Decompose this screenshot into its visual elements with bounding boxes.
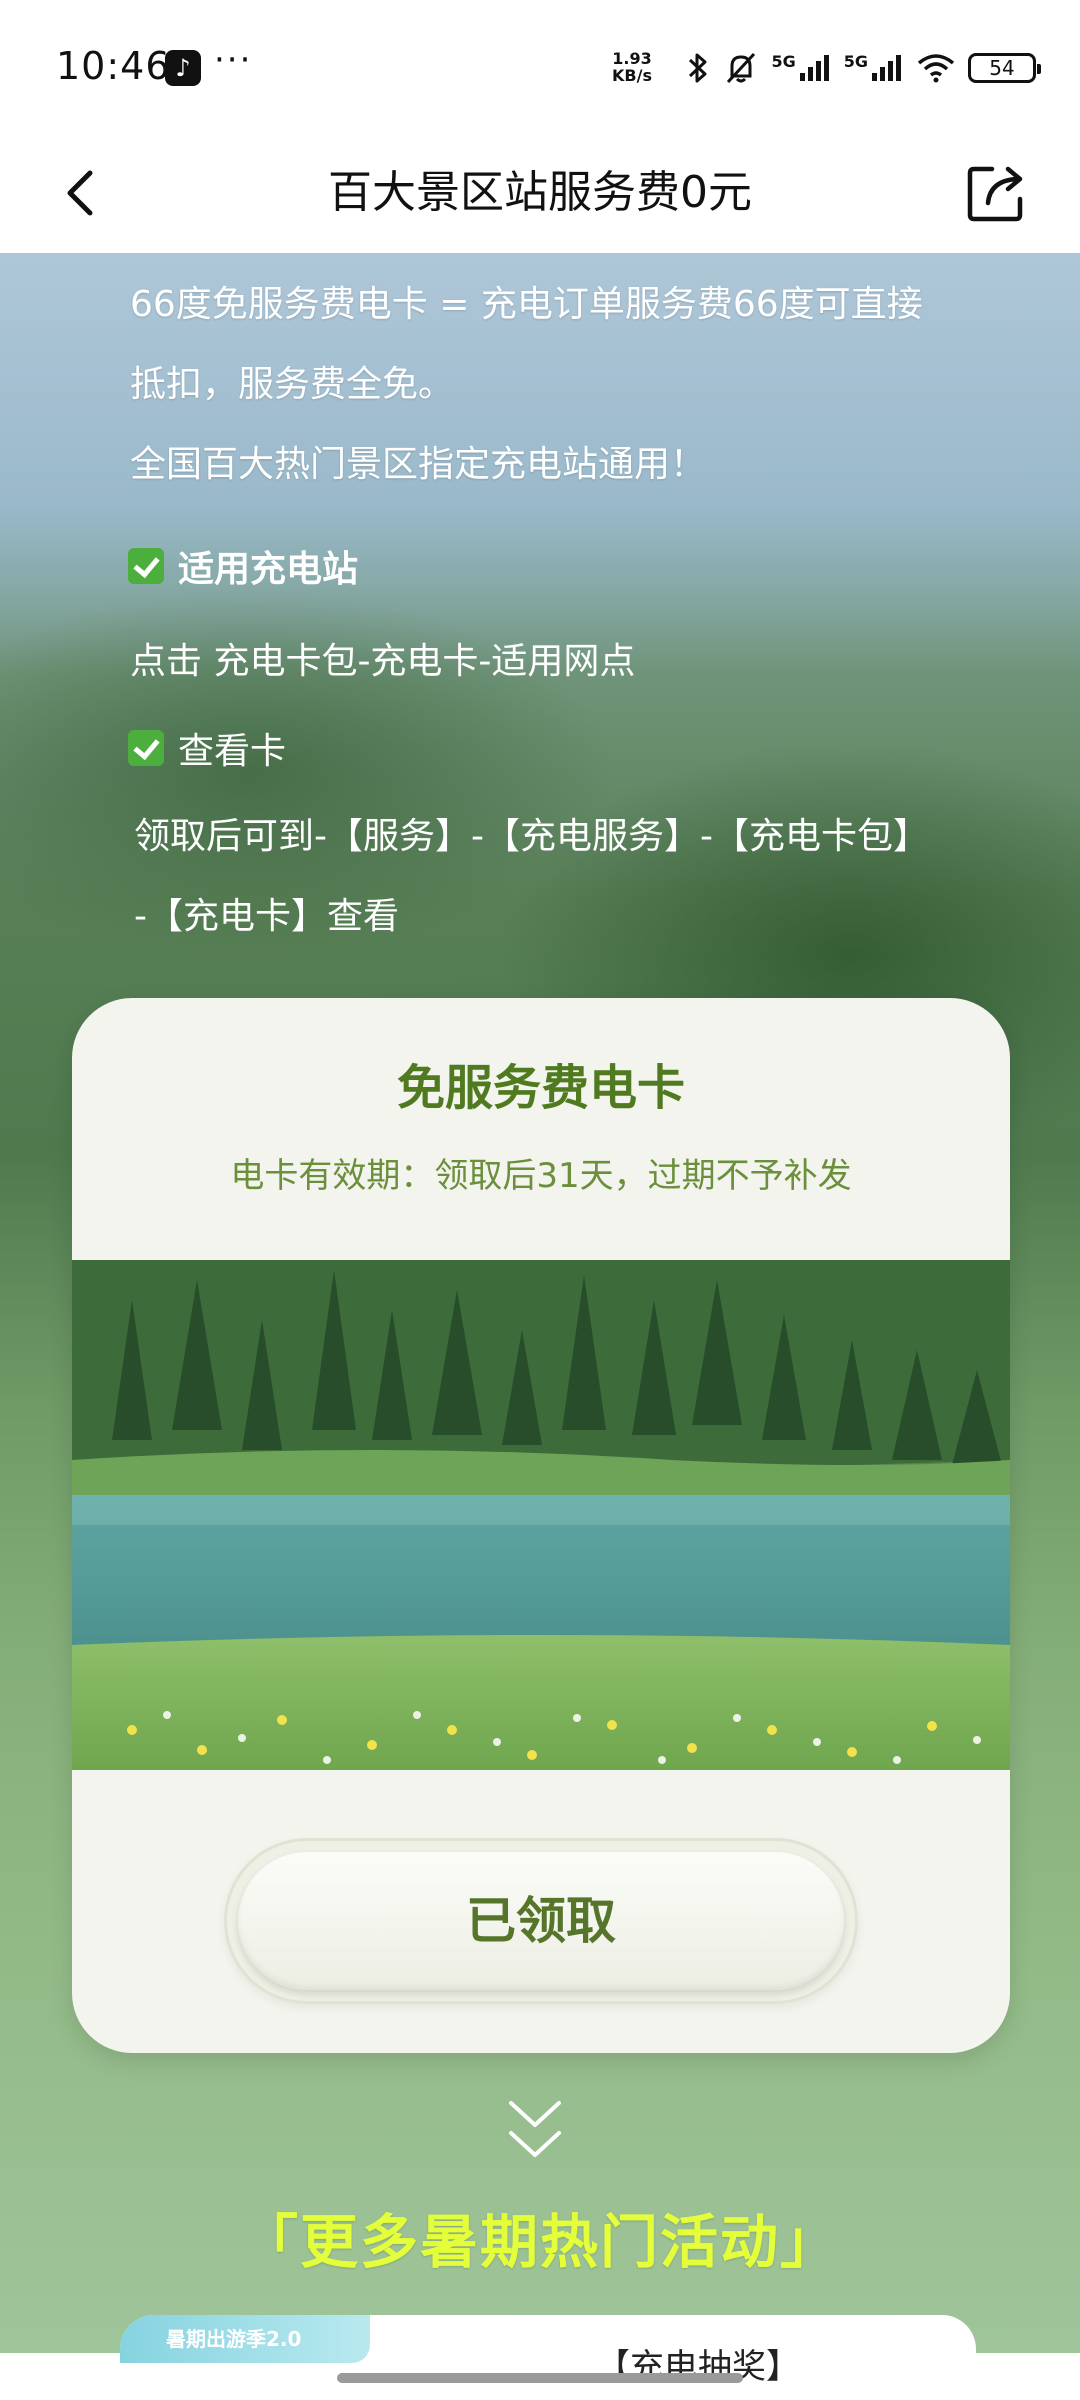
mute-bell-icon [727,52,756,84]
card-title: 免服务费电卡 [396,1060,685,1116]
view-card-heading-label: 查看卡 [178,731,287,772]
more-activities-heading: 「更多暑期热门活动」 [239,2208,840,2276]
signal-2-icon [872,55,901,81]
intro-line-1: 66度免服务费电卡 = 充电订单服务费66度可直接 [130,284,923,325]
status-icons: 5G 5G 54 [685,46,1041,90]
nav-bar: 百大景区站服务费0元 [0,135,1080,253]
network-speed: 1.93 KB/s [604,50,660,84]
check-icon [128,730,164,766]
signal-2-label: 5G [843,51,868,71]
signal-1-label: 5G [771,51,796,71]
wifi-icon [917,54,955,83]
stations-heading: 适用充电站 [128,540,358,592]
stations-detail: 点击 充电卡包-充电卡-适用网点 [130,641,636,682]
stations-heading-label: 适用充电站 [178,549,359,590]
network-speed-value: 1.93 [612,49,652,68]
claim-button-frame: 已领取 [224,1838,858,2004]
network-speed-unit: KB/s [612,66,652,85]
share-icon[interactable] [964,161,1028,225]
view-card-detail-1: 领取后可到-【服务】-【充电服务】-【充电卡包】 [134,816,929,857]
battery-icon: 54 [968,53,1041,83]
tiktok-icon: ♪ [165,50,201,86]
intro-line-3: 全国百大热门景区指定充电站通用！ [130,444,707,485]
lake-landscape-image [72,1260,1010,1770]
card-validity: 电卡有效期：领取后31天，过期不予补发 [230,1156,852,1196]
promo-card[interactable]: 暑期出游季2.0 【充电抽奖】 [120,2315,976,2400]
intro-line-2: 抵扣，服务费全免。 [130,364,455,405]
status-bar: 10:46 ♪ ··· 1.93 KB/s 5G 5G 54 [0,0,1080,135]
promo-tag: 暑期出游季2.0 [120,2315,370,2363]
status-time: 10:46 [56,44,171,88]
bluetooth-icon [689,53,707,83]
gesture-bar[interactable] [337,2373,743,2383]
more-notifications-icon: ··· [214,40,253,80]
check-icon [128,548,164,584]
charging-card: 免服务费电卡 电卡有效期：领取后31天，过期不予补发 已领取 [72,998,1010,2053]
view-card-heading: 查看卡 [128,722,286,774]
claimed-button[interactable]: 已领取 [238,1852,844,1990]
double-chevron-down-icon [509,2101,561,2157]
view-card-detail-2: -【充电卡】查看 [134,896,399,937]
page-title: 百大景区站服务费0元 [328,167,752,218]
signal-1-icon [799,55,829,81]
